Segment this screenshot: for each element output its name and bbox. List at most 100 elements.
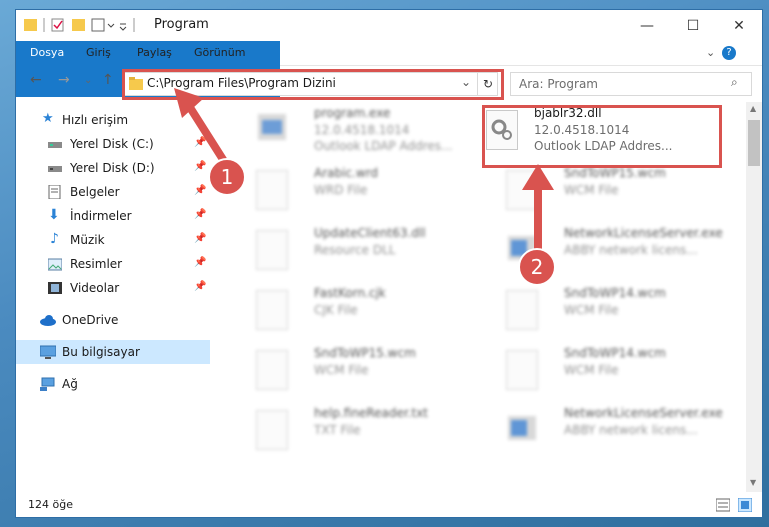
sidebar-item-music[interactable]: ♪ Müzik 📌 [16, 228, 210, 252]
sidebar-item-label: Yerel Disk (C:) [70, 137, 154, 151]
exe-icon [258, 114, 286, 140]
file-description: Outlook LDAP Addres... [314, 139, 453, 153]
file-icon [256, 350, 288, 390]
sidebar-item-label: İndirmeler [70, 209, 132, 223]
scroll-up-icon[interactable]: ▲ [750, 104, 756, 113]
file-highlight-box [482, 105, 722, 168]
file-type: ABBY network licens... [564, 243, 698, 257]
minimize-button[interactable]: — [624, 10, 670, 41]
sidebar-item-onedrive[interactable]: OneDrive [16, 308, 210, 332]
scrollbar-thumb[interactable] [748, 120, 760, 166]
sidebar-item-label: Hızlı erişim [62, 113, 129, 127]
music-icon: ♪ [50, 231, 59, 247]
file-name: UpdateClient63.dll [314, 226, 426, 240]
file-name: FastKorn.cjk [314, 286, 386, 300]
chevron-down-icon[interactable]: ⌄ [706, 41, 715, 65]
file-icon [506, 290, 538, 330]
videos-icon [48, 282, 62, 294]
drive-icon [48, 166, 62, 172]
tab-home[interactable]: Giriş [86, 41, 111, 65]
quick-access-toolbar[interactable] [24, 17, 144, 33]
pin-icon[interactable]: 📌 [194, 257, 206, 268]
file-name: help.fineReader.txt [314, 406, 428, 420]
sidebar-item-label: Belgeler [70, 185, 120, 199]
computer-icon [40, 345, 56, 359]
file-item[interactable]: FastKorn.cjk CJK File [236, 284, 472, 340]
file-item[interactable]: SndToWP14.wcm WCM File [486, 344, 722, 400]
download-icon: ⬇ [48, 207, 60, 223]
close-button[interactable]: ✕ [716, 10, 762, 41]
tab-share[interactable]: Paylaş [137, 41, 172, 65]
file-version: 12.0.4518.1014 [314, 123, 410, 137]
search-icon[interactable]: ⌕ [731, 75, 738, 90]
drive-icon [48, 142, 62, 148]
sidebar-item-label: Yerel Disk (D:) [70, 161, 155, 175]
network-icon [40, 377, 55, 391]
file-type: WCM File [564, 183, 619, 197]
sidebar-item-label: OneDrive [62, 313, 119, 327]
file-type: WRD File [314, 183, 368, 197]
tab-view[interactable]: Görünüm [194, 41, 245, 65]
recent-locations-icon[interactable]: ⌄ [84, 75, 92, 86]
file-name: SndToWP14.wcm [564, 346, 666, 360]
scroll-down-icon[interactable]: ▼ [750, 478, 756, 487]
title-bar: Program — ☐ ✕ [16, 10, 762, 41]
pin-icon[interactable]: 📌 [194, 209, 206, 220]
file-item[interactable]: SndToWP15.wcm WCM File [236, 344, 472, 400]
file-type: WCM File [564, 363, 619, 377]
file-name: program.exe [314, 106, 391, 120]
back-arrow-icon[interactable]: ← [30, 72, 42, 88]
pictures-icon [48, 258, 62, 271]
file-name: Arabic.wrd [314, 166, 379, 180]
sidebar-item-label: Videolar [70, 281, 120, 295]
sidebar-item-network[interactable]: Ağ [16, 372, 210, 396]
file-icon [256, 290, 288, 330]
file-item[interactable]: help.fineReader.txt TXT File [236, 404, 472, 460]
file-name: NetworkLicenseServer.exe [564, 406, 723, 420]
dll-gear-icon [256, 230, 288, 270]
search-placeholder: Ara: Program [519, 77, 598, 91]
maximize-button[interactable]: ☐ [670, 10, 716, 41]
sidebar-item-label: Müzik [70, 233, 105, 247]
pin-icon[interactable]: 📌 [194, 281, 206, 292]
sidebar-item-downloads[interactable]: ⬇ İndirmeler 📌 [16, 204, 210, 228]
exe-icon [508, 416, 536, 440]
file-name: NetworkLicenseServer.exe [564, 226, 723, 240]
sidebar-item-videos[interactable]: Videolar 📌 [16, 276, 210, 300]
file-type: TXT File [314, 423, 361, 437]
sidebar-item-label: Resimler [70, 257, 123, 271]
step-badge-1: 1 [208, 158, 246, 196]
sidebar-item-label: Bu bilgisayar [62, 345, 140, 359]
ribbon-tabs: Dosya Giriş Paylaş Görünüm ? ⌄ [16, 41, 762, 97]
file-icon [256, 170, 288, 210]
file-type: WCM File [314, 363, 369, 377]
sidebar-item-this-pc[interactable]: Bu bilgisayar [16, 340, 210, 364]
file-icon [506, 350, 538, 390]
large-icons-view-icon[interactable] [738, 498, 752, 512]
file-type: ABBY network licens... [564, 423, 698, 437]
file-item[interactable]: UpdateClient63.dll Resource DLL [236, 224, 472, 280]
help-icon[interactable]: ? [722, 46, 736, 60]
file-type: WCM File [564, 303, 619, 317]
file-item[interactable]: SndToWP14.wcm WCM File [486, 284, 722, 340]
forward-arrow-icon[interactable]: → [58, 72, 70, 88]
details-view-icon[interactable] [716, 498, 730, 512]
explorer-window: Program — ☐ ✕ Dosya Giriş Paylaş Görünüm… [16, 10, 762, 517]
star-icon: ★ [42, 111, 54, 126]
cloud-icon [40, 315, 56, 326]
file-name: SndToWP14.wcm [564, 286, 666, 300]
file-name: SndToWP15.wcm [564, 166, 666, 180]
vertical-scrollbar[interactable]: ▲ ▼ [746, 102, 762, 492]
documents-icon [48, 185, 61, 199]
search-box[interactable]: Ara: Program ⌕ [510, 72, 752, 96]
item-count: 124 öğe [28, 498, 73, 511]
pin-icon[interactable]: 📌 [194, 233, 206, 244]
file-item[interactable]: program.exe 12.0.4518.1014 Outlook LDAP … [236, 104, 472, 160]
file-type: CJK File [314, 303, 358, 317]
window-title: Program [154, 17, 209, 32]
file-item[interactable]: Arabic.wrd WRD File [236, 164, 472, 220]
sidebar-item-pictures[interactable]: Resimler 📌 [16, 252, 210, 276]
up-arrow-icon[interactable]: ↑ [102, 72, 114, 88]
sidebar-item-label: Ağ [62, 377, 78, 391]
file-item[interactable]: NetworkLicenseServer.exe ABBY network li… [486, 404, 723, 460]
